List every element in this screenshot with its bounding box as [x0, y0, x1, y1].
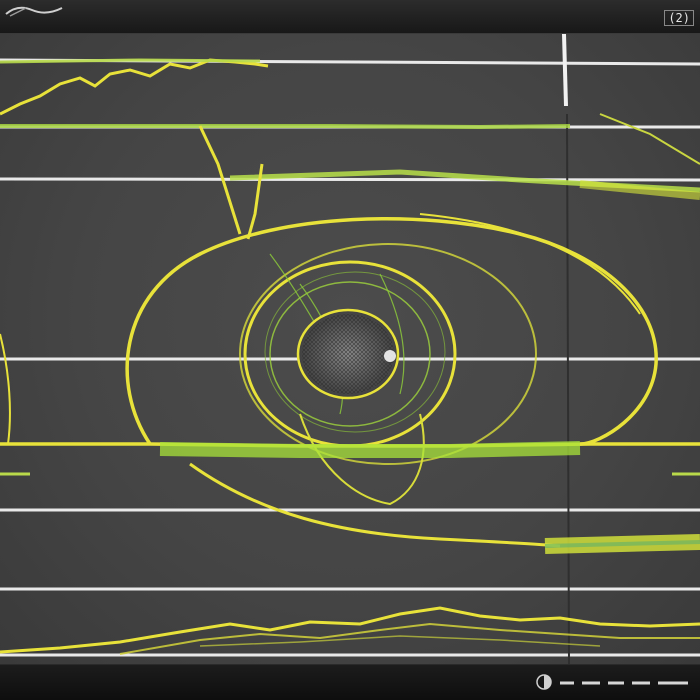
- baseline-glow: [159, 441, 581, 458]
- core-mesh: [302, 314, 394, 394]
- status-bar: [0, 664, 700, 700]
- core-highlight: [384, 350, 396, 362]
- connector-trace: [599, 113, 700, 165]
- guide-line: [0, 177, 700, 182]
- title-bar: (2): [0, 0, 700, 34]
- lower-arc: [189, 462, 561, 548]
- vertical-cursor[interactable]: [562, 34, 568, 107]
- band-2: [0, 124, 571, 130]
- app-window: (2): [0, 0, 700, 700]
- circle-half-icon[interactable]: [535, 673, 553, 691]
- trace-canvas[interactable]: [0, 34, 700, 664]
- vertical-divider: [566, 113, 570, 664]
- app-logo: [5, 6, 63, 17]
- status-dashes: [560, 681, 688, 685]
- outer-orbit-right: [419, 213, 641, 315]
- bottom-waveform-3: [199, 635, 601, 647]
- canvas-viewport[interactable]: [0, 34, 700, 664]
- lower-arc-inner: [299, 413, 425, 506]
- window-badge-button[interactable]: (2): [664, 10, 694, 26]
- left-edge-arc: [0, 333, 11, 445]
- top-trace: [0, 58, 269, 116]
